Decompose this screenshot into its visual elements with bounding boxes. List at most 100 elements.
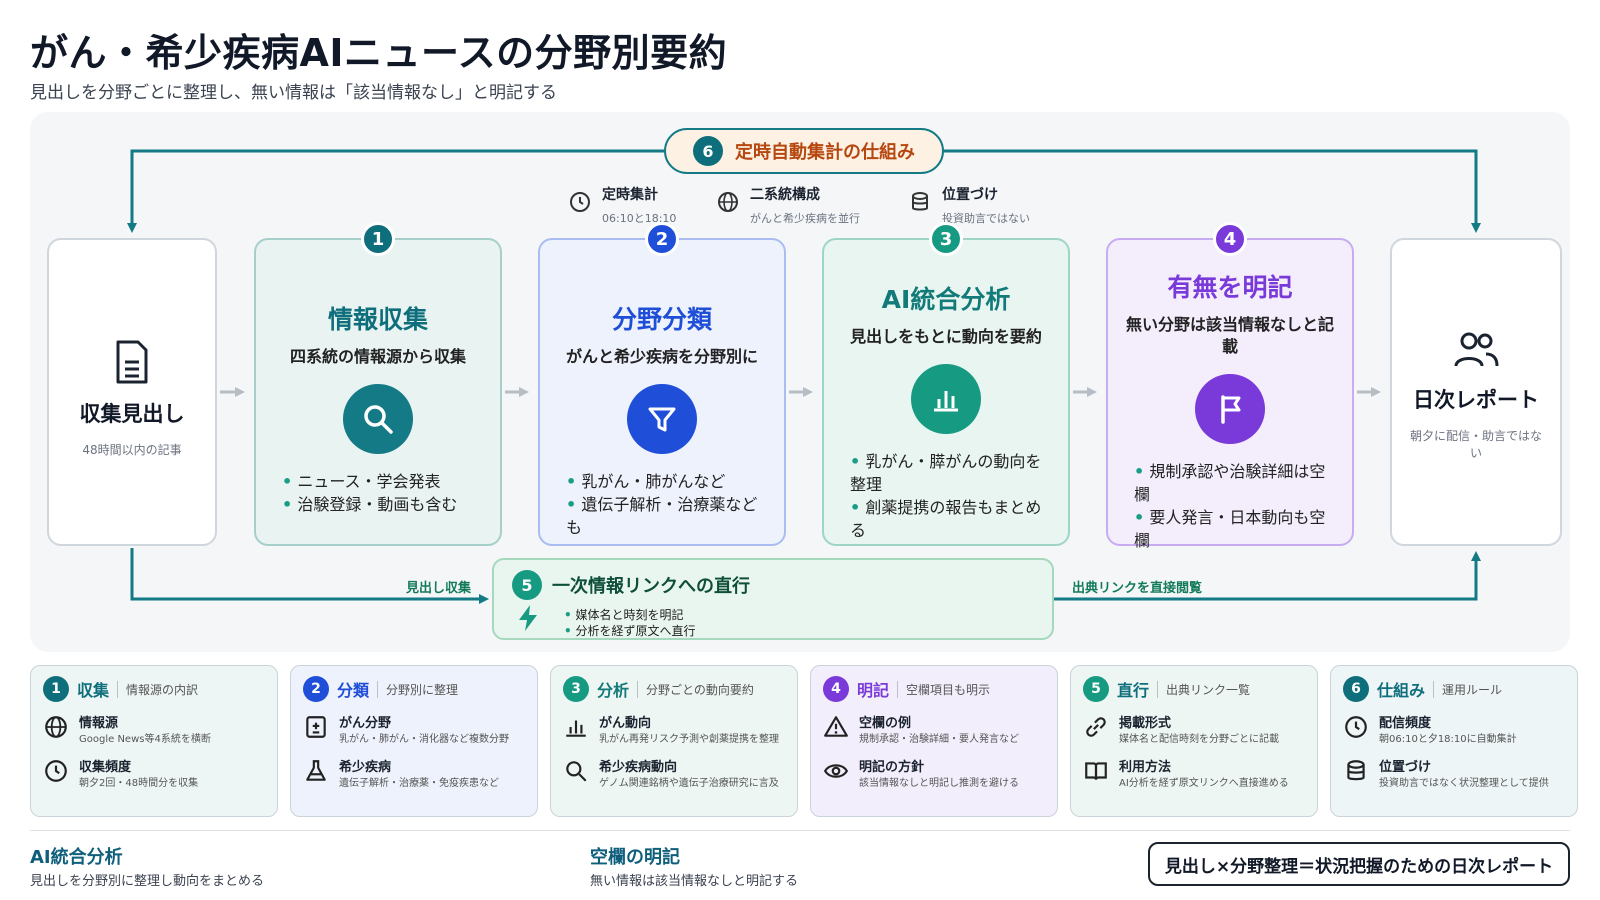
report-box: 日次レポート 朝夕に配信・助言ではない [1390,238,1562,546]
card-sub: 出典リンク一覧 [1157,680,1250,698]
detail-card-declare: 4 明記 空欄項目も明示 空欄の例 規制承認・治験詳細・要人発言など 明記の方針 該当情… [810,665,1058,817]
report-title: 日次レポート [1413,388,1539,412]
eye-icon [823,764,849,778]
detail-card-classify: 2 分類 分野別に整理 がん分野 乳がん・肺がん・消化器など複数分野 希少疾病 遺伝子解… [290,665,538,817]
direct-bullet: • 媒体名と時刻を明記 [564,608,684,622]
globe-icon [45,716,67,738]
source-sub: 48時間以内の記事 [82,443,182,457]
card-number: 5 [1083,676,1109,702]
step-collect: 1 情報収集 四系統の情報源から収集 • ニュース・学会発表 • 治験登録・動画… [254,222,502,546]
direct-bullet: • 分析を経ず原文へ直行 [564,624,696,638]
step-bullet: • 治験登録・動画も含む [282,495,458,514]
step-number: 2 [645,222,679,256]
detail-card-analyze: 3 分析 分野ごとの動向要約 がん動向 乳がん再発リスク予測や創薬提携を整理 希少疾病… [550,665,798,817]
step-declare: 4 有無を明記 無い分野は該当情報なしと記載 • 規制承認や治験詳細は空欄 • … [1106,222,1354,550]
feature-title: 二系統構成 [750,187,820,203]
card-item-text: 媒体名と配信時刻を分野ごとに記載 [1119,734,1279,745]
card-item-title: 位置づけ [1379,760,1432,775]
step-bullet: • 要人発言・日本動向も空欄 [1134,508,1326,550]
feature-sub: 投資助言ではない [942,212,1030,225]
card-sub: 分野ごとの動向要約 [637,680,754,698]
filter-icon [627,384,697,454]
footer-mid-sub: 無い情報は該当情報なしと明記する [590,874,799,889]
card-title: 明記 [857,681,890,700]
step-number: 1 [361,222,395,256]
step-sub: 見出しをもとに動向を要約 [850,327,1042,346]
card-item-title: 明記の方針 [859,760,925,775]
step-bullet: • 遺伝子解析・治療薬なども [566,495,758,537]
card-title: 直行 [1117,681,1150,700]
card-title: 分類 [337,681,370,700]
card-number: 6 [1343,676,1369,702]
loop-label: 定時自動集計の仕組み [735,142,915,163]
detail-card-direct: 5 直行 出典リンク一覧 掲載形式媒体名と配信時刻を分野ごとに記載 利用方法 AI分析… [1070,665,1318,817]
report-sub: 朝夕に配信・助言ではない [1409,429,1542,460]
direct-title: 一次情報リンクへの直行 [552,576,750,597]
card-item-text: 規制承認・治験詳細・要人発言など [859,734,1019,745]
card-item-title: 希少疾病動向 [599,760,678,775]
step-title: 情報収集 [327,305,428,334]
medical-box-icon [306,716,326,738]
card-item-title: 掲載形式 [1119,716,1172,731]
card-item-text: 乳がん・肺がん・消化器など複数分野 [339,734,509,745]
card-item-text: AI分析を経ず原文リンクへ直接進める [1119,778,1289,789]
page-subtitle: 見出しを分野ごとに整理し、無い情報は「該当情報なし」と明記する [30,83,557,103]
card-item-text: 投資助言ではなく状況整理として提供 [1379,778,1549,789]
card-sub: 運用ルール [1433,680,1502,698]
card-item-title: 情報源 [79,716,119,731]
footer-left-title: AI統合分析 [30,847,123,868]
card-title: 仕組み [1377,681,1426,700]
card-item-text: ゲノム関連銘柄や遺伝子治療研究に言及 [599,778,779,789]
warning-icon [824,716,848,737]
step-bullet: • 乳がん・膵がんの動向を整理 [850,452,1042,494]
card-item-title: 利用方法 [1119,760,1172,775]
step-sub: がんと希少疾病を分野別に [565,347,758,366]
step-sub: 無い分野は該当情報なしと記載 [1125,315,1334,356]
footer-summary: 見出し×分野整理＝状況把握のための日次レポート [1148,842,1570,886]
detail-card-mechanism: 6 仕組み 運用ルール 配信頻度 朝06:10と夕18:10に自動集計 位置づけ 投資助… [1330,665,1578,817]
globe-icon [718,192,738,212]
card-item-text: 朝06:10と夕18:10に自動集計 [1379,734,1517,745]
step-bullet: • 乳がん・肺がんなど [566,472,726,491]
direct-link-box: 5 一次情報リンクへの直行 • 媒体名と時刻を明記 • 分析を経ず原文へ直行 [492,558,1054,640]
feature-scheduled: 定時集計 06:10と18:10 [568,184,676,226]
users-icon [1454,332,1499,367]
step-number: 4 [1213,222,1247,256]
feature-title: 位置づけ [942,187,998,203]
database-icon [1347,760,1365,781]
step-title: AI統合分析 [881,285,1011,314]
step-title: 有無を明記 [1167,273,1293,302]
card-item-text: Google News等4系統を横断 [79,734,211,745]
direct-number: 5 [512,570,542,600]
card-sub: 空欄項目も明示 [897,680,990,698]
card-item-text: 乳がん再発リスク予測や創薬提携を整理 [599,734,779,745]
database-icon [912,192,928,211]
step-number: 3 [929,222,963,256]
flag-icon [1195,374,1265,444]
document-icon [116,340,148,384]
step-bullet: • 規制承認や治験詳細は空欄 [1134,462,1326,504]
card-title: 分析 [597,681,630,700]
detail-card-collect: 1 収集 情報源の内訳 情報源 Google News等4系統を横断 収集頻度 朝夕2回… [30,665,278,817]
bar-chart-icon [911,364,981,434]
card-item-title: 収集頻度 [79,760,132,775]
book-icon [1085,762,1107,780]
card-item-text: 朝夕2回・48時間分を収集 [79,778,199,789]
card-number: 1 [43,676,69,702]
step-sub: 四系統の情報源から収集 [289,347,466,366]
flow-label-left: 見出し収集 [406,581,472,596]
step-analyze: 3 AI統合分析 見出しをもとに動向を要約 • 乳がん・膵がんの動向を整理 • … [822,222,1070,546]
card-item-text: 遺伝子解析・治療薬・免疫疾患など [339,778,499,789]
feature-title: 定時集計 [602,187,658,203]
source-box: 収集見出し 48時間以内の記事 [47,238,217,546]
feature-dual: 二系統構成 がんと希少疾病を並行 [716,184,860,226]
step-bullet: • ニュース・学会発表 [282,472,441,491]
step-bullet: • 創薬提携の報告もまとめる [850,498,1042,540]
card-number: 2 [303,676,329,702]
clock-icon [1345,716,1367,738]
source-title: 収集見出し [79,402,185,426]
lightning-icon [519,605,537,631]
card-item-title: がん分野 [339,716,392,731]
card-sub: 分野別に整理 [377,680,458,698]
search-icon [566,761,587,782]
